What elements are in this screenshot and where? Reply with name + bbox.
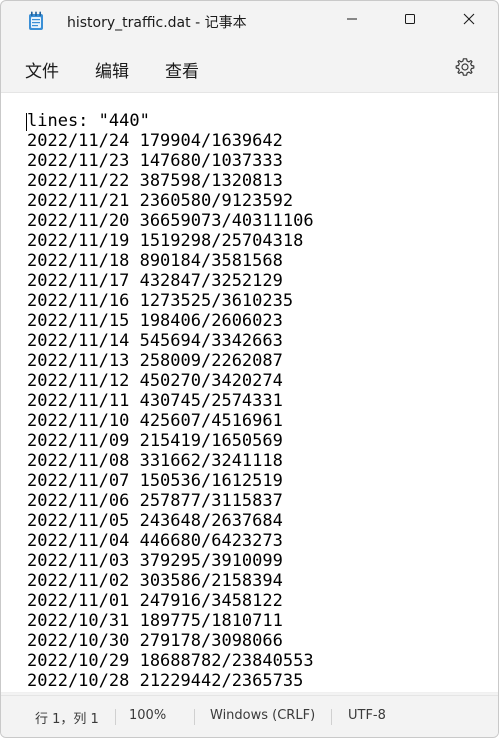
text-line: 2022/11/07 150536/1612519 bbox=[27, 471, 283, 491]
notepad-icon bbox=[28, 11, 44, 31]
text-line: 2022/11/11 430745/2574331 bbox=[27, 391, 283, 411]
close-icon bbox=[463, 10, 475, 29]
editor-bottom-edge bbox=[1, 692, 498, 693]
minimize-icon bbox=[346, 10, 358, 29]
text-line: 2022/11/16 1273525/3610235 bbox=[27, 291, 294, 311]
text-line: 2022/11/13 258009/2262087 bbox=[27, 351, 283, 371]
maximize-button[interactable] bbox=[381, 1, 439, 37]
cursor-position: 行 1，列 1 bbox=[35, 712, 99, 727]
text-line: 2022/11/15 198406/2606023 bbox=[27, 311, 283, 331]
text-line: 2022/11/01 247916/3458122 bbox=[27, 591, 283, 611]
text-line: 2022/11/12 450270/3420274 bbox=[27, 371, 283, 391]
title-bar[interactable]: history_traffic.dat - 记事本 bbox=[1, 1, 498, 41]
text-line: 2022/11/22 387598/1320813 bbox=[27, 171, 283, 191]
close-button[interactable] bbox=[440, 1, 498, 37]
notepad-window: history_traffic.dat - 记事本 文件 编辑 查看 lines… bbox=[0, 0, 499, 738]
status-bar: 行 1，列 1 100% Windows (CRLF) UTF-8 bbox=[1, 695, 498, 737]
text-line: 2022/11/24 179904/1639642 bbox=[27, 131, 283, 151]
text-line: 2022/10/29 18688782/23840553 bbox=[27, 651, 314, 671]
text-line: 2022/11/02 303586/2158394 bbox=[27, 571, 283, 591]
line-ending[interactable]: Windows (CRLF) bbox=[210, 708, 315, 723]
text-line: 2022/11/10 425607/4516961 bbox=[27, 411, 283, 431]
maximize-icon bbox=[404, 10, 416, 29]
text-line: 2022/11/20 36659073/40311106 bbox=[27, 211, 314, 231]
text-line: 2022/10/30 279178/3098066 bbox=[27, 631, 283, 651]
text-line: 2022/11/21 2360580/9123592 bbox=[27, 191, 294, 211]
window-title: history_traffic.dat - 记事本 bbox=[67, 15, 247, 31]
text-line: 2022/11/03 379295/3910099 bbox=[27, 551, 283, 571]
text-line: 2022/11/17 432847/3252129 bbox=[27, 271, 283, 291]
text-line: 2022/10/28 21229442/2365735 bbox=[27, 671, 304, 691]
settings-button[interactable] bbox=[453, 57, 477, 81]
text-line: 2022/11/04 446680/6423273 bbox=[27, 531, 283, 551]
gear-icon bbox=[455, 57, 475, 81]
text-line: 2022/11/09 215419/1650569 bbox=[27, 431, 283, 451]
status-divider bbox=[194, 709, 195, 725]
minimize-button[interactable] bbox=[323, 1, 381, 37]
status-divider bbox=[115, 709, 116, 725]
zoom-level[interactable]: 100% bbox=[129, 708, 166, 723]
text-line: 2022/11/06 257877/3115837 bbox=[27, 491, 283, 511]
text-line: 2022/11/23 147680/1037333 bbox=[27, 151, 283, 171]
text-line: 2022/11/05 243648/2637684 bbox=[27, 511, 283, 531]
text-editor[interactable]: lines: "440" 2022/11/24 179904/1639642 202… bbox=[1, 92, 498, 692]
text-line: 2022/10/31 189775/1810711 bbox=[27, 611, 283, 631]
text-line: 2022/11/19 1519298/25704318 bbox=[27, 231, 304, 251]
text-line: 2022/11/18 890184/3581568 bbox=[27, 251, 283, 271]
menu-view[interactable]: 查看 bbox=[165, 57, 199, 82]
text-line: 2022/11/08 331662/3241118 bbox=[27, 451, 283, 471]
menu-bar: 文件 编辑 查看 bbox=[1, 45, 498, 89]
menu-edit[interactable]: 编辑 bbox=[95, 57, 129, 82]
text-line: lines: "440" bbox=[27, 111, 150, 131]
encoding[interactable]: UTF-8 bbox=[348, 708, 386, 723]
text-line: 2022/11/14 545694/3342663 bbox=[27, 331, 283, 351]
editor-text: lines: "440" 2022/11/24 179904/1639642 202… bbox=[27, 111, 314, 691]
menu-file[interactable]: 文件 bbox=[25, 57, 59, 82]
status-divider bbox=[331, 709, 332, 725]
